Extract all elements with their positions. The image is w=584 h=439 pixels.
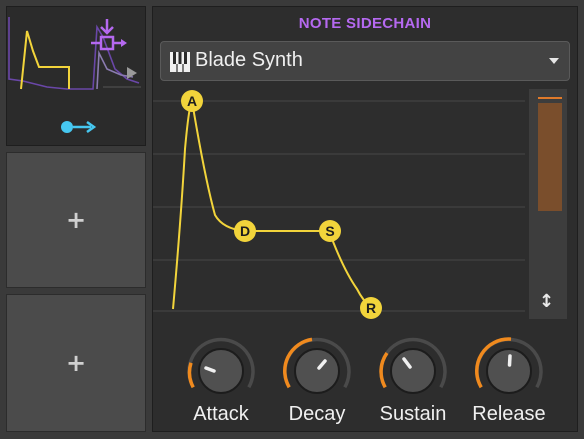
decay-handle[interactable]: D [234, 220, 256, 242]
decay-handle-label: D [240, 223, 250, 239]
source-select-value: Blade Synth [195, 49, 303, 71]
modulator-slots-column: + + [0, 0, 150, 439]
device-title: NOTE SIDECHAIN [298, 15, 432, 32]
adsr-envelope-editor[interactable]: A D S R [153, 89, 525, 325]
piano-keyboard-icon [170, 52, 190, 72]
attack-handle-label: A [187, 93, 197, 109]
sustain-handle-label: S [325, 223, 334, 239]
add-modulator-slot[interactable]: + [6, 152, 146, 288]
attack-label: Attack [193, 403, 249, 425]
add-icon: + [65, 206, 87, 234]
add-modulator-slot[interactable]: + [6, 294, 146, 432]
chevron-down-icon [549, 58, 559, 64]
meter-peak [538, 97, 562, 99]
release-knob[interactable]: Release [471, 335, 547, 425]
sustain-label: Sustain [379, 403, 447, 425]
play-triangle-icon [127, 67, 137, 79]
note-sidechain-panel: NOTE SIDECHAIN Blade Synth A D S R ↕ Att… [152, 6, 578, 432]
sidechain-input-icon [91, 19, 127, 51]
decay-knob[interactable]: Decay [279, 335, 355, 425]
attack-knob[interactable]: Attack [183, 335, 259, 425]
level-meter[interactable]: ↕ [529, 89, 567, 319]
resize-vertical-icon[interactable]: ↕ [539, 293, 554, 311]
modulation-routing-icon[interactable] [59, 119, 99, 135]
modulator-slot-active[interactable] [6, 6, 146, 146]
sustain-handle[interactable]: S [319, 220, 341, 242]
meter-fill [538, 103, 562, 211]
add-icon: + [65, 349, 87, 377]
sidechain-source-select[interactable]: Blade Synth [160, 41, 570, 81]
sustain-knob[interactable]: Sustain [375, 335, 451, 425]
attack-handle[interactable]: A [181, 90, 203, 112]
release-handle-label: R [366, 300, 376, 316]
decay-label: Decay [288, 403, 346, 425]
release-handle[interactable]: R [360, 297, 382, 319]
release-label: Release [472, 403, 546, 425]
